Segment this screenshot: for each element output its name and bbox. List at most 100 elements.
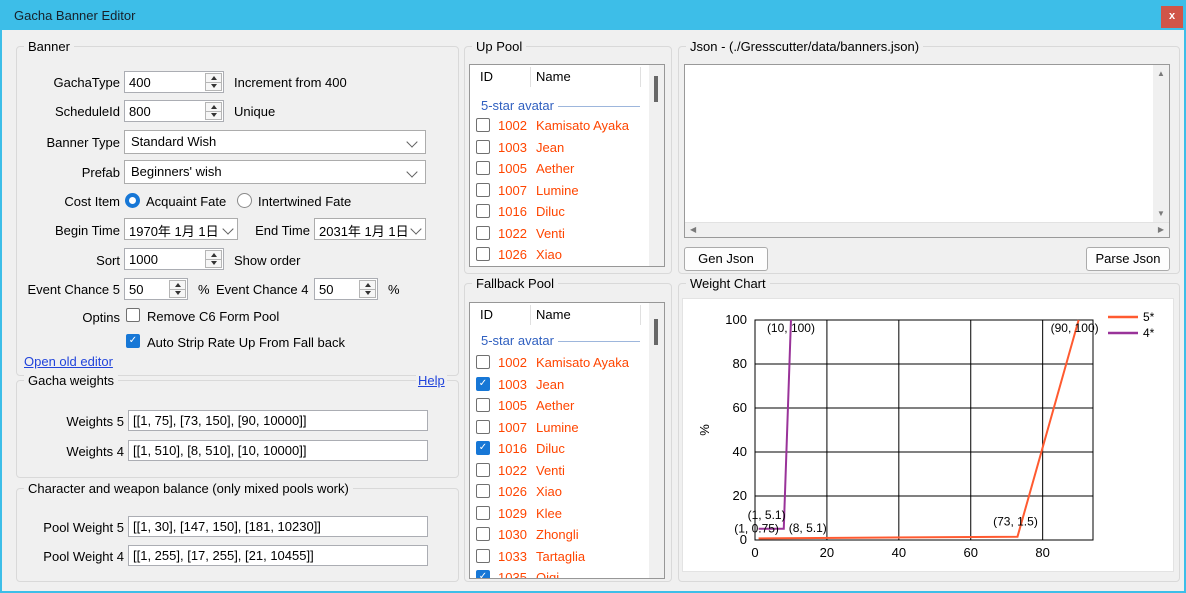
row-checkbox[interactable]	[476, 463, 490, 477]
pool-row[interactable]: 1022Venti	[470, 223, 648, 245]
event-chance-5-spinner[interactable]	[124, 278, 188, 300]
row-checkbox[interactable]	[476, 420, 490, 434]
row-checkbox[interactable]	[476, 398, 490, 412]
row-checkbox[interactable]	[476, 484, 490, 498]
row-checkbox[interactable]	[476, 527, 490, 541]
event-chance-5-unit: %	[198, 282, 210, 297]
row-checkbox[interactable]: ✓	[476, 441, 490, 455]
sort-spinner[interactable]	[124, 248, 224, 270]
point-annotation: (90, 100)	[1051, 321, 1099, 335]
gachatype-spinner[interactable]	[124, 71, 224, 93]
spin-down-icon[interactable]	[206, 83, 221, 91]
spin-up-icon[interactable]	[206, 103, 221, 112]
pool-row[interactable]: 1007Lumine	[470, 180, 648, 202]
sort-spin-buttons[interactable]	[205, 250, 222, 268]
vertical-scrollbar[interactable]: ▲ ▼	[1153, 65, 1169, 223]
pool-row[interactable]: 1026Xiao	[470, 244, 648, 266]
pool-row[interactable]: 1005Aether	[470, 395, 648, 417]
gachatype-spin-buttons[interactable]	[205, 73, 222, 91]
pool-rows: 1002Kamisato Ayaka1003Jean1005Aether1007…	[470, 115, 648, 266]
open-old-editor-link[interactable]: Open old editor	[22, 354, 115, 369]
row-checkbox[interactable]: ✓	[476, 377, 490, 391]
scrollbar-thumb[interactable]	[654, 319, 658, 345]
pool-weight-4-input[interactable]	[128, 545, 428, 566]
row-checkbox[interactable]	[476, 118, 490, 132]
scrollbar-thumb[interactable]	[654, 76, 658, 102]
spin-up-icon[interactable]	[206, 74, 221, 83]
scheduleid-input[interactable]	[125, 101, 207, 121]
pool-row[interactable]: 1002Kamisato Ayaka	[470, 115, 648, 137]
auto-strip-checkbox[interactable]	[126, 334, 140, 348]
pool-row[interactable]: 1030Zhongli	[470, 524, 648, 546]
y-tick-label: 40	[733, 444, 747, 459]
event-chance-5-input[interactable]	[125, 279, 171, 299]
pool-row[interactable]: ✓1035Qiqi	[470, 567, 648, 579]
scroll-up-icon[interactable]: ▲	[1157, 70, 1165, 78]
pool-row[interactable]: ✓1003Jean	[470, 374, 648, 396]
help-link[interactable]: Help	[416, 373, 447, 388]
scrollbar[interactable]	[649, 303, 664, 578]
banner-type-select[interactable]: Standard Wish	[124, 130, 426, 154]
gen-json-button[interactable]: Gen Json	[684, 247, 768, 271]
scheduleid-spinner[interactable]	[124, 100, 224, 122]
spin-up-icon[interactable]	[360, 281, 375, 290]
spin-buttons[interactable]	[359, 280, 376, 298]
scrollbar[interactable]	[649, 65, 664, 266]
pool-row[interactable]: 1029Klee	[470, 503, 648, 525]
spin-up-icon[interactable]	[206, 251, 221, 260]
spin-up-icon[interactable]	[170, 281, 185, 290]
pool-row[interactable]: 1003Jean	[470, 137, 648, 159]
json-content[interactable]	[689, 67, 1149, 219]
gachatype-input[interactable]	[125, 72, 207, 92]
weights-4-input[interactable]	[128, 440, 428, 461]
pool-row[interactable]: 1005Aether	[470, 158, 648, 180]
prefab-select[interactable]: Beginners' wish	[124, 160, 426, 184]
row-checkbox[interactable]	[476, 183, 490, 197]
event-chance-4-input[interactable]	[315, 279, 361, 299]
row-checkbox[interactable]	[476, 226, 490, 240]
sort-input[interactable]	[125, 249, 207, 269]
begin-time-datepicker[interactable]: 1970年 1月 1日	[124, 218, 238, 240]
row-checkbox[interactable]	[476, 247, 490, 261]
event-chance-4-spinner[interactable]	[314, 278, 378, 300]
fallback-pool-list[interactable]: ID Name 5-star avatar 1002Kamisato Ayaka…	[469, 302, 665, 579]
row-checkbox[interactable]: ✓	[476, 570, 490, 579]
row-id: 1003	[498, 140, 527, 155]
intertwined-fate-radio[interactable]	[237, 193, 252, 208]
spin-down-icon[interactable]	[360, 290, 375, 298]
scheduleid-spin-buttons[interactable]	[205, 102, 222, 120]
scroll-down-icon[interactable]: ▼	[1157, 210, 1165, 218]
title-bar[interactable]: Gacha Banner Editor x	[0, 0, 1186, 30]
pool-row[interactable]: 1026Xiao	[470, 481, 648, 503]
row-checkbox[interactable]	[476, 355, 490, 369]
row-checkbox[interactable]	[476, 549, 490, 563]
row-checkbox[interactable]	[476, 204, 490, 218]
horizontal-scrollbar[interactable]: ◀ ▶	[685, 222, 1169, 237]
acquaint-fate-radio[interactable]	[125, 193, 140, 208]
pool-row[interactable]: 1002Kamisato Ayaka	[470, 352, 648, 374]
column-divider	[530, 305, 531, 325]
pool-row[interactable]: 1016Diluc	[470, 201, 648, 223]
close-button[interactable]: x	[1161, 6, 1183, 28]
scroll-left-icon[interactable]: ◀	[690, 226, 696, 234]
row-checkbox[interactable]	[476, 506, 490, 520]
end-time-datepicker[interactable]: 2031年 1月 1日	[314, 218, 426, 240]
spin-down-icon[interactable]	[206, 112, 221, 120]
row-checkbox[interactable]	[476, 140, 490, 154]
pool-weight-5-input[interactable]	[128, 516, 428, 537]
pool-row[interactable]: 1022Venti	[470, 460, 648, 482]
spin-down-icon[interactable]	[170, 290, 185, 298]
remove-c6-checkbox[interactable]	[126, 308, 140, 322]
up-pool-list[interactable]: ID Name 5-star avatar 1002Kamisato Ayaka…	[469, 64, 665, 267]
row-checkbox[interactable]	[476, 161, 490, 175]
weights-5-input[interactable]	[128, 410, 428, 431]
parse-json-button[interactable]: Parse Json	[1086, 247, 1170, 271]
spin-buttons[interactable]	[169, 280, 186, 298]
pool-row[interactable]: 1033Tartaglia	[470, 546, 648, 568]
scroll-right-icon[interactable]: ▶	[1158, 226, 1164, 234]
spin-down-icon[interactable]	[206, 260, 221, 268]
pool-row[interactable]: ✓1016Diluc	[470, 438, 648, 460]
json-textarea[interactable]: ▲ ▼ ◀ ▶	[684, 64, 1170, 238]
pool-row[interactable]: 1007Lumine	[470, 417, 648, 439]
row-name: Venti	[536, 463, 565, 478]
